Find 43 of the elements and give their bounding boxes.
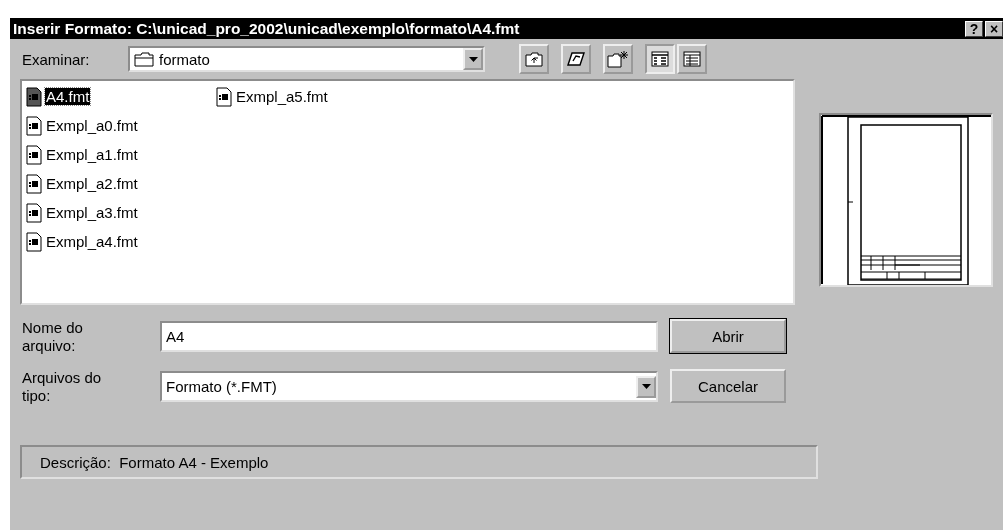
cancel-button[interactable]: Cancelar (670, 369, 786, 403)
file-icon (26, 231, 42, 252)
file-name-field[interactable]: A4 (160, 321, 658, 352)
new-folder-icon (607, 50, 629, 68)
toolbar-button[interactable] (603, 44, 633, 74)
toolbar-button[interactable] (645, 44, 675, 74)
file-icon (26, 86, 42, 107)
file-item[interactable]: Exmpl_a4.fmt (26, 228, 216, 255)
file-item[interactable]: Exmpl_a3.fmt (26, 199, 216, 226)
file-item[interactable]: Exmpl_a0.fmt (26, 112, 216, 139)
file-icon (26, 173, 42, 194)
dropdown-button[interactable] (636, 375, 656, 398)
help-button[interactable]: ? (965, 20, 983, 37)
close-button[interactable]: × (985, 20, 1003, 37)
file-icon (26, 115, 42, 136)
file-icon (26, 202, 42, 223)
file-type-dropdown[interactable]: Formato (*.FMT) (160, 371, 658, 402)
toolbar-button[interactable] (519, 44, 549, 74)
open-button[interactable]: Abrir (670, 319, 786, 353)
file-item[interactable]: Exmpl_a1.fmt (26, 141, 216, 168)
file-item[interactable]: Exmpl_a2.fmt (26, 170, 216, 197)
file-name-label: Nome do arquivo: (22, 319, 84, 355)
caret-icon (468, 56, 478, 62)
file-item[interactable]: A4.fmt (26, 83, 216, 110)
list-view-icon (651, 51, 669, 67)
file-type-value: Formato (*.FMT) (166, 378, 277, 395)
toolbar-button[interactable] (561, 44, 591, 74)
caret-icon (641, 384, 651, 389)
window-title: Inserir Formato: C:\unicad_pro_2002\unicad\exemplo\formato\A4.fmt (13, 19, 521, 38)
description-text: Descrição: Formato A4 - Exemplo (40, 453, 269, 471)
toolbar-button[interactable] (677, 44, 707, 74)
details-view-icon (683, 51, 701, 67)
up-folder-icon (525, 51, 543, 67)
look-in-value: formato (159, 50, 210, 68)
file-icon (216, 86, 232, 107)
file-item[interactable]: Exmpl_a5.fmt (216, 83, 406, 110)
desktop-icon (566, 50, 586, 68)
file-type-label: Arquivos do tipo: (22, 369, 103, 405)
look-in-label: Examinar: (22, 50, 91, 68)
file-icon (26, 144, 42, 165)
folder-icon (134, 51, 154, 67)
look-in-dropdown[interactable]: formato (128, 46, 485, 72)
dropdown-button[interactable] (463, 48, 483, 70)
